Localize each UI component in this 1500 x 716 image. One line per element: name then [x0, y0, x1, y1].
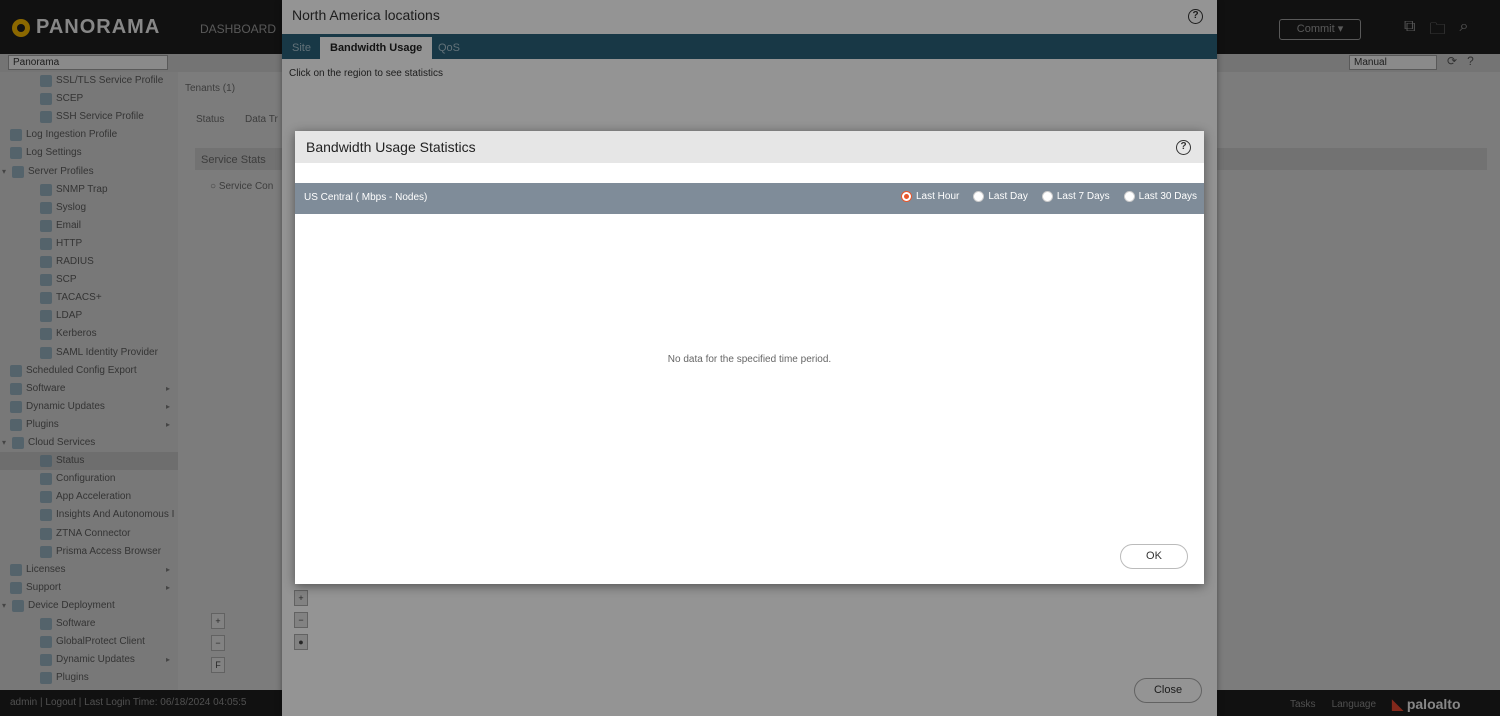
stats-toolbar: US Central ( Mbps - Nodes) Last Hour Las… — [295, 183, 1204, 214]
radio-last-30-days[interactable]: Last 30 Days — [1123, 191, 1198, 202]
radio-label: Last Day — [988, 191, 1028, 202]
radio-last-hour[interactable]: Last Hour — [901, 191, 959, 202]
inner-dialog-title: Bandwidth Usage Statistics — [306, 139, 476, 155]
radio-dot-icon — [901, 191, 912, 202]
radio-dot-icon — [1123, 191, 1135, 202]
ok-button[interactable]: OK — [1120, 544, 1188, 569]
radio-label: Last Hour — [916, 191, 960, 202]
bandwidth-usage-statistics-dialog: Bandwidth Usage Statistics ? US Central … — [295, 131, 1204, 584]
radio-dot-icon — [973, 191, 985, 202]
radio-last-day[interactable]: Last Day — [973, 191, 1028, 202]
inner-dialog-header: Bandwidth Usage Statistics ? — [295, 131, 1204, 163]
radio-label: Last 7 Days — [1056, 191, 1110, 202]
inner-help-icon[interactable]: ? — [1176, 140, 1191, 155]
region-label: US Central ( Mbps - Nodes) — [304, 192, 428, 203]
radio-last-7-days[interactable]: Last 7 Days — [1041, 191, 1110, 202]
no-data-message: No data for the specified time period. — [667, 354, 832, 365]
radio-label: Last 30 Days — [1138, 191, 1198, 202]
radio-dot-icon — [1041, 191, 1053, 202]
time-range-radio-group: Last Hour Last Day Last 7 Days Last 30 D… — [901, 191, 1197, 202]
